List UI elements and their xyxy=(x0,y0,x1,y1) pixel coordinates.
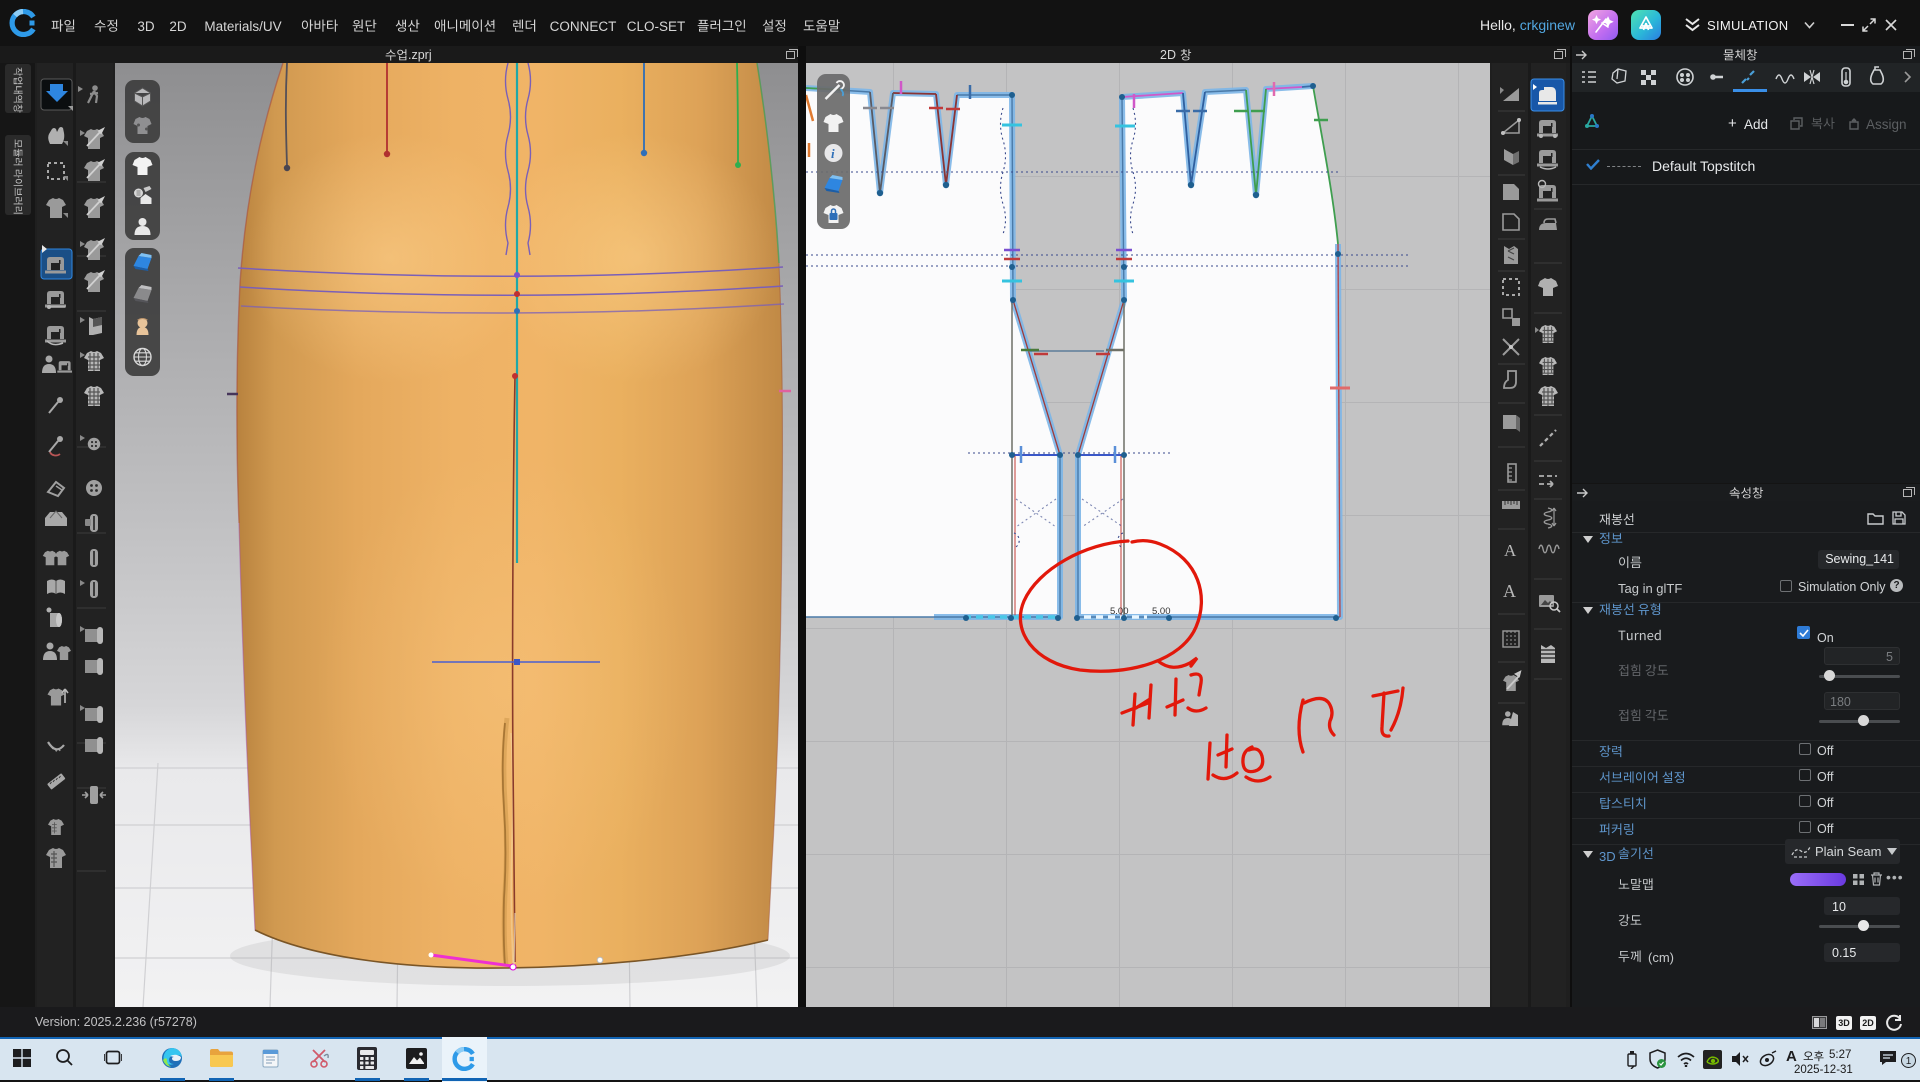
svg-text:5.00: 5.00 xyxy=(1152,606,1171,617)
svg-text:A: A xyxy=(1504,541,1517,560)
svg-text:i: i xyxy=(831,146,835,161)
svg-text:A: A xyxy=(1503,581,1516,601)
svg-text:5.00: 5.00 xyxy=(1110,606,1129,617)
